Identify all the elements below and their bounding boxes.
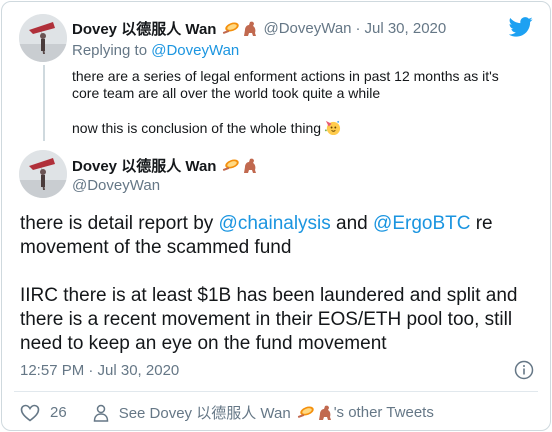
- info-icon[interactable]: [514, 360, 534, 380]
- name-emojis: [297, 404, 334, 422]
- person-icon: [93, 404, 108, 422]
- see-other-tweets-link[interactable]: See Dovey 以德服人 Wan 's other Tweets: [93, 402, 434, 423]
- main-text-paragraph: there is detail report by @chainalysis a…: [20, 212, 540, 260]
- handle[interactable]: @DoveyWan: [263, 20, 351, 37]
- tweet-actions: 26 See Dovey 以德服人 Wan 's other Tweets: [20, 402, 434, 423]
- reply-name-row: Dovey 以德服人 Wan @DoveyWan · Jul 30, 2020: [72, 18, 446, 39]
- dinosaur-emoji: [318, 405, 331, 420]
- tweet-timestamp[interactable]: 12:57 PM · Jul 30, 2020: [20, 362, 179, 379]
- name-emojis: [222, 20, 259, 38]
- tweet-date[interactable]: Jul 30, 2020: [365, 20, 447, 37]
- see-other-suffix: 's other Tweets: [333, 404, 434, 421]
- main-text-paragraph: IIRC there is at least $1B has been laun…: [20, 285, 518, 354]
- divider: [14, 391, 538, 392]
- heart-icon[interactable]: [20, 404, 40, 422]
- mention-ergobtc-link[interactable]: @ErgoBTC: [373, 213, 470, 234]
- replying-to: Replying to @DoveyWan: [72, 42, 239, 59]
- tennis-racket-emoji: [223, 159, 240, 171]
- display-name[interactable]: Dovey 以德服人 Wan: [72, 18, 216, 39]
- embedded-tweet-card: Dovey 以德服人 Wan @DoveyWan · Jul 30, 2020 …: [1, 1, 551, 431]
- text-segment: and: [330, 213, 374, 234]
- mention-chainalysis-link[interactable]: @chainalysis: [219, 213, 331, 234]
- replying-mention-link[interactable]: @DoveyWan: [151, 42, 239, 59]
- replying-prefix: Replying to: [72, 42, 148, 59]
- dinosaur-emoji: [244, 21, 257, 36]
- name-emojis: [222, 157, 259, 175]
- reply-text-content: now this is conclusion of the whole thin…: [72, 120, 322, 136]
- twitter-bird-icon[interactable]: [509, 17, 533, 37]
- reply-text-line: there are a series of legal enforment ac…: [72, 68, 499, 101]
- handle[interactable]: @DoveyWan: [72, 177, 160, 194]
- avatar[interactable]: [19, 150, 67, 198]
- reply-tweet-text: there are a series of legal enforment ac…: [72, 68, 528, 137]
- display-name[interactable]: Dovey 以德服人 Wan: [72, 155, 216, 176]
- tennis-racket-emoji: [297, 406, 314, 418]
- thread-connector-line: [43, 65, 45, 141]
- tennis-racket-emoji: [223, 22, 240, 34]
- party-face-emoji: [324, 120, 341, 136]
- separator-dot: ·: [355, 20, 361, 37]
- avatar[interactable]: [19, 14, 67, 62]
- main-name-row: Dovey 以德服人 Wan: [72, 155, 259, 176]
- main-tweet-text: there is detail report by @chainalysis a…: [20, 212, 540, 356]
- see-other-prefix: See Dovey 以德服人 Wan: [118, 405, 291, 422]
- like-count[interactable]: 26: [50, 404, 67, 421]
- text-segment: there is detail report by: [20, 213, 219, 234]
- reply-text-line: now this is conclusion of the whole thin…: [72, 119, 528, 137]
- dinosaur-emoji: [244, 158, 257, 173]
